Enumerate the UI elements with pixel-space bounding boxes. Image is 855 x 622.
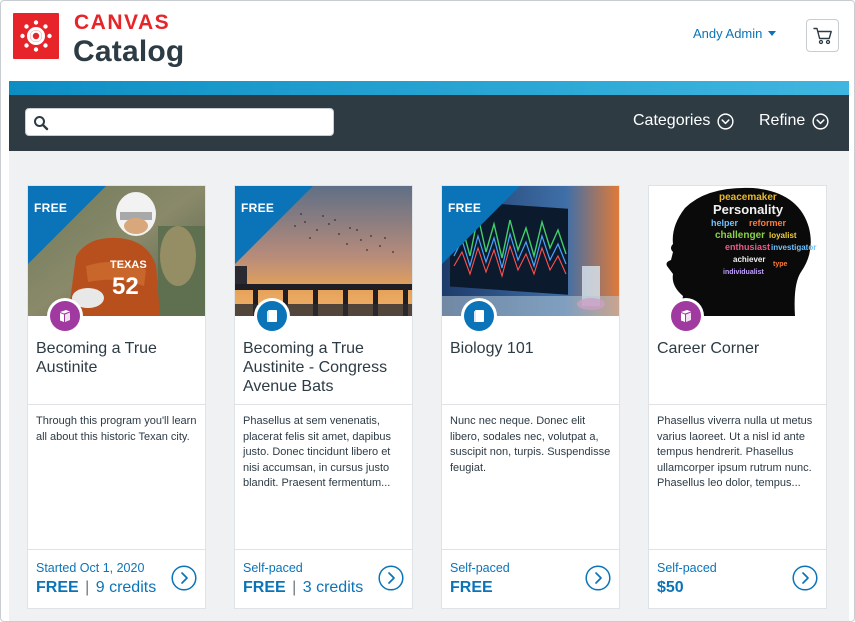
credits-value: 9 credits: [95, 579, 157, 596]
svg-text:individualist: individualist: [723, 269, 765, 276]
free-ribbon: [442, 186, 520, 264]
type-badge: [668, 298, 704, 334]
svg-text:52: 52: [112, 273, 139, 300]
svg-text:enthusiast: enthusiast: [725, 242, 770, 252]
caret-down-icon: [768, 31, 777, 36]
svg-text:investigator: investigator: [771, 243, 816, 252]
card-title[interactable]: Becoming a True Austinite: [36, 339, 198, 377]
svg-text:Personality: Personality: [713, 202, 784, 217]
categories-dropdown[interactable]: Categories: [633, 112, 734, 130]
svg-text:type: type: [773, 261, 788, 268]
search-icon: [34, 116, 49, 131]
card-image-head-word-cloud: peacemaker Personality helper reformer c…: [649, 186, 826, 316]
course-card[interactable]: FREE Becoming a True Austinite - Congres…: [234, 185, 413, 609]
chevron-down-circle-icon: [717, 112, 734, 130]
card-divider: [28, 549, 205, 550]
card-price: $50: [657, 579, 684, 597]
card-pace: Started Oct 1, 2020: [36, 561, 145, 575]
free-ribbon-label: FREE: [34, 201, 68, 215]
search-box[interactable]: [25, 108, 334, 136]
card-description: Phasellus at sem venenatis, placerat fel…: [243, 415, 391, 489]
type-badge: [47, 298, 83, 334]
card-title[interactable]: Becoming a True Austinite - Congress Ave…: [243, 339, 405, 396]
cart-button[interactable]: [806, 19, 839, 52]
card-description: Nunc nec neque. Donec elit libero, sodal…: [450, 415, 611, 474]
course-card[interactable]: FREE Biology 101 Nunc nec neque. Donec e…: [441, 185, 620, 609]
user-name: Andy Admin: [693, 26, 763, 41]
card-divider: [649, 404, 826, 405]
price-value: $50: [657, 579, 684, 596]
program-stack-icon: [681, 310, 691, 322]
chevron-right-circle-icon[interactable]: [378, 565, 404, 591]
price-value: FREE: [243, 579, 286, 596]
svg-text:reformer: reformer: [749, 218, 787, 228]
card-pace: Self-paced: [450, 561, 510, 575]
svg-text:helper: helper: [711, 218, 739, 228]
refine-dropdown[interactable]: Refine: [759, 112, 829, 130]
header: CANVAS Catalog Andy Admin: [9, 1, 849, 81]
card-divider: [235, 549, 412, 550]
svg-text:challenger: challenger: [715, 230, 765, 241]
card-divider: [442, 549, 619, 550]
chevron-right-circle-icon[interactable]: [585, 565, 611, 591]
course-card[interactable]: TEXAS 52 FREE Becoming a True Austinite …: [27, 185, 206, 609]
navbar: Categories Refine: [9, 95, 849, 151]
course-book-icon: [267, 310, 277, 322]
card-title[interactable]: Biology 101: [450, 339, 612, 358]
card-price: FREE | 3 credits: [243, 579, 364, 596]
search-input[interactable]: [52, 112, 327, 132]
svg-text:loyalist: loyalist: [769, 231, 797, 240]
free-ribbon: [235, 186, 313, 264]
refine-label: Refine: [759, 112, 806, 129]
card-pace: Self-paced: [657, 561, 717, 575]
app-window: CANVAS Catalog Andy Admin Categories Ref…: [0, 0, 855, 622]
logo-wordmark-canvas: CANVAS: [74, 11, 171, 34]
card-image-football-player: TEXAS 52 FREE: [28, 186, 205, 316]
svg-text:TEXAS: TEXAS: [110, 259, 147, 271]
svg-text:achiever: achiever: [733, 255, 765, 264]
type-badge: [461, 298, 497, 334]
chevron-right-circle-icon[interactable]: [792, 565, 818, 591]
logo-wordmark-catalog: Catalog: [73, 35, 185, 68]
card-price: FREE | 9 credits: [36, 579, 157, 596]
card-divider: [235, 404, 412, 405]
free-ribbon: [28, 186, 106, 264]
catalog-listing: TEXAS 52 FREE Becoming a True Austinite …: [9, 151, 849, 621]
free-ribbon-label: FREE: [448, 201, 482, 215]
cart-icon: [812, 27, 832, 44]
course-book-icon: [474, 310, 484, 322]
chevron-right-circle-icon[interactable]: [171, 565, 197, 591]
categories-label: Categories: [633, 112, 711, 129]
card-divider: [649, 549, 826, 550]
canvas-logo-icon[interactable]: [13, 13, 59, 59]
card-divider: [442, 404, 619, 405]
course-card[interactable]: peacemaker Personality helper reformer c…: [648, 185, 827, 609]
price-value: FREE: [450, 579, 493, 596]
card-pace: Self-paced: [243, 561, 303, 575]
card-image-dna-sequencing: FREE: [442, 186, 619, 316]
card-price: FREE: [450, 579, 493, 597]
chevron-down-circle-icon: [812, 112, 829, 130]
free-ribbon-label: FREE: [241, 201, 275, 215]
card-divider: [28, 404, 205, 405]
user-menu[interactable]: Andy Admin: [693, 26, 777, 41]
type-badge: [254, 298, 290, 334]
card-description: Phasellus viverra nulla ut metus varius …: [657, 415, 813, 489]
card-title[interactable]: Career Corner: [657, 339, 819, 358]
card-image-bridge-bats: FREE: [235, 186, 412, 316]
price-value: FREE: [36, 579, 79, 596]
card-description: Through this program you'll learn all ab…: [36, 415, 197, 443]
program-stack-icon: [60, 310, 70, 322]
credits-value: 3 credits: [302, 579, 364, 596]
nav-accent-bar: [9, 81, 849, 95]
